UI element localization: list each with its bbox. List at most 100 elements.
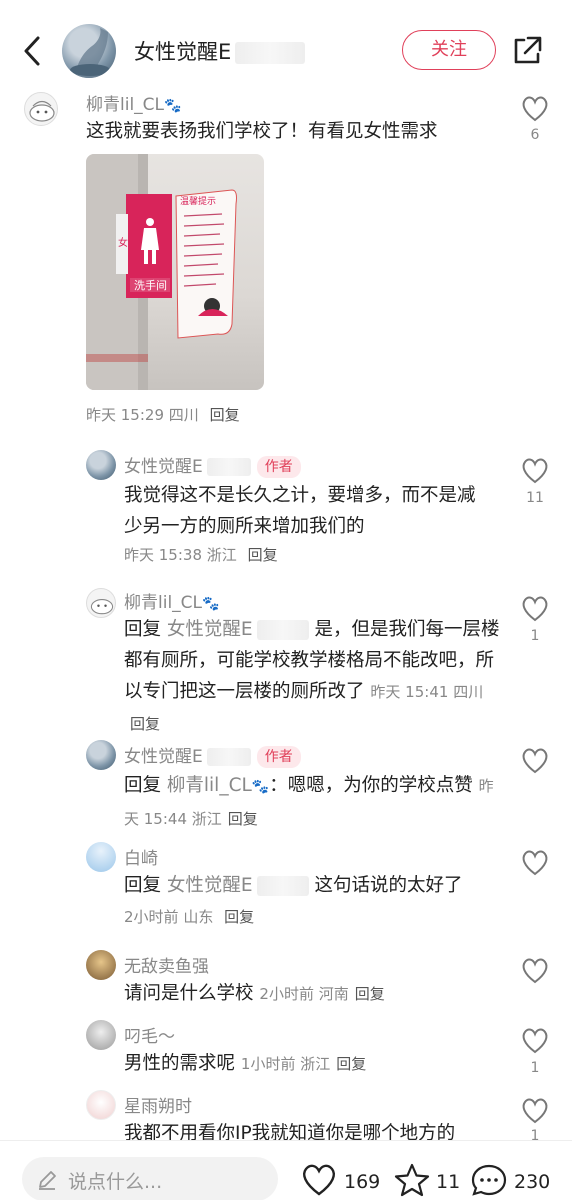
reply-username[interactable]: 叼毛～: [124, 1022, 175, 1047]
comment-input-placeholder[interactable]: 说点什么...: [68, 1167, 162, 1194]
reply-username[interactable]: 女性觉醒E 作者: [124, 742, 301, 768]
pencil-icon: [39, 1171, 56, 1190]
reply-body: 请问是什么学校: [124, 983, 254, 1004]
header-bar: 女性觉醒E 关注: [0, 0, 572, 92]
reply-prefix: 回复: [124, 775, 162, 796]
reply-text: 回复 女性觉醒E 这句话说的太好了: [124, 870, 504, 901]
reply-button[interactable]: 回复: [130, 715, 160, 733]
reply-body: 这句话说的太好了: [314, 875, 463, 896]
reply-username[interactable]: 白崎: [124, 844, 158, 869]
comment-photo[interactable]: 女 洗手间 温馨提示: [86, 154, 264, 390]
reply-meta: 1小时前 浙江 回复: [241, 1055, 366, 1073]
author-name: 女性觉醒E: [134, 36, 306, 66]
reply-location: 浙江: [191, 810, 222, 828]
user-avatar[interactable]: [86, 1090, 116, 1120]
blurred-name-mask: [206, 458, 251, 476]
username-text[interactable]: 柳青lil_CL: [86, 95, 164, 115]
star-icon[interactable]: [394, 1163, 430, 1197]
like-heart-icon[interactable]: [520, 848, 550, 876]
like-count: 11: [526, 490, 544, 506]
reply-username[interactable]: 柳青lil_CL🐾: [124, 588, 219, 613]
blurred-name-mask: [256, 876, 309, 896]
like-heart-icon[interactable]: [520, 1096, 550, 1124]
author-tag: 作者: [256, 456, 301, 478]
reply-button[interactable]: 回复: [248, 546, 278, 564]
reply-time: 昨天 15:38: [124, 546, 202, 564]
board-title-text: 温馨提示: [180, 195, 216, 207]
author-avatar[interactable]: [62, 24, 116, 78]
like-heart-icon[interactable]: [520, 1026, 550, 1054]
like-heart-icon[interactable]: [520, 94, 550, 122]
like-heart-icon[interactable]: [520, 456, 550, 484]
reply-location: 河南: [318, 985, 349, 1003]
reply-button[interactable]: 回复: [210, 406, 240, 424]
reply-target-user[interactable]: 女性觉醒E: [167, 619, 253, 640]
like-heart-icon[interactable]: [300, 1163, 338, 1197]
user-avatar[interactable]: [86, 950, 116, 980]
comment-bubble-icon[interactable]: [470, 1163, 508, 1197]
reply-text: 回复 柳青lil_CL🐾：嗯嗯，为你的学校点赞 昨天 15:44 浙江 回复: [124, 770, 504, 835]
back-arrow-icon[interactable]: [18, 34, 48, 68]
blurred-name-mask: [235, 42, 306, 64]
reply-text: 回复 女性觉醒E 是，但是我们每一层楼都有厕所，可能学校教学楼格局不能改吧，所以…: [124, 614, 504, 740]
reply-button[interactable]: 回复: [336, 1055, 366, 1073]
sign-label-text: 洗手间: [134, 278, 167, 292]
comment-total: 230: [514, 1171, 551, 1193]
avatar-cartoon-icon[interactable]: [86, 588, 116, 618]
reply-body: 男性的需求呢: [124, 1053, 236, 1074]
user-avatar[interactable]: [86, 842, 116, 872]
reply-button[interactable]: 回复: [228, 810, 258, 828]
blurred-name-mask: [206, 748, 251, 766]
reply-location: 山东: [183, 908, 214, 926]
star-total: 11: [436, 1171, 461, 1193]
reply-meta: 2小时前 山东 回复: [124, 906, 254, 927]
reply-time: 昨天 15:41: [370, 683, 449, 701]
reply-prefix: 回复: [124, 875, 162, 896]
reply-time: 2小时前: [124, 908, 179, 926]
comment-username[interactable]: 柳青lil_CL🐾: [86, 90, 181, 115]
reply-meta: 2小时前 河南 回复: [259, 985, 384, 1003]
comment-meta: 昨天 15:29 四川 回复: [86, 404, 240, 425]
reply-time: 2小时前: [259, 985, 314, 1003]
comment-location: 四川: [168, 406, 199, 424]
author-avatar-small[interactable]: [86, 450, 116, 480]
like-count: 1: [530, 1060, 540, 1076]
comment-text: 这我就要表扬我们学校了！有看见女性需求: [86, 121, 438, 142]
user-avatar[interactable]: [86, 1020, 116, 1050]
username-text[interactable]: 女性觉醒E: [124, 747, 203, 767]
paw-badge-icon: 🐾: [164, 98, 182, 114]
reply-username[interactable]: 星雨朔时: [124, 1092, 192, 1117]
like-heart-icon[interactable]: [520, 594, 550, 622]
sign-left-text: 女: [118, 236, 128, 249]
reply-location: 四川: [453, 683, 484, 701]
bottom-action-bar: 说点什么... 169 11 230: [0, 1140, 572, 1200]
share-icon[interactable]: [510, 34, 544, 68]
paw-badge-icon: 🐾: [202, 596, 220, 612]
paw-badge-icon: 🐾: [251, 779, 270, 795]
author-tag: 作者: [256, 746, 301, 768]
like-heart-icon[interactable]: [520, 956, 550, 984]
reply-body: ：嗯嗯，为你的学校点赞: [269, 775, 473, 796]
reply-button[interactable]: 回复: [355, 985, 385, 1003]
reply-text: 请问是什么学校 2小时前 河南 回复: [124, 978, 504, 1010]
reply-username[interactable]: 女性觉醒E 作者: [124, 452, 301, 478]
author-name-text: 女性觉醒E: [134, 40, 232, 64]
reply-target-user[interactable]: 柳青lil_CL: [167, 775, 252, 796]
username-text[interactable]: 女性觉醒E: [124, 457, 203, 477]
reply-text: 男性的需求呢 1小时前 浙江 回复: [124, 1048, 504, 1080]
reply-text: 我觉得这不是长久之计，要增多，而不是减少另一方的厕所来增加我们的: [124, 485, 476, 537]
username-text[interactable]: 柳青lil_CL: [124, 593, 202, 613]
reply-button[interactable]: 回复: [224, 908, 254, 926]
like-total: 169: [344, 1171, 381, 1193]
reply-location: 浙江: [206, 546, 237, 564]
reply-username[interactable]: 无敌卖鱼强: [124, 952, 209, 977]
like-count: 6: [530, 127, 540, 143]
avatar-cartoon-icon[interactable]: [24, 92, 58, 126]
like-heart-icon[interactable]: [520, 746, 550, 774]
author-avatar-small[interactable]: [86, 740, 116, 770]
follow-button[interactable]: 关注: [402, 30, 496, 70]
comment-input[interactable]: 说点什么...: [22, 1157, 278, 1200]
blurred-name-mask: [256, 620, 309, 640]
reply-meta: 昨天 15:38 浙江 回复: [124, 544, 278, 565]
reply-target-user[interactable]: 女性觉醒E: [167, 875, 253, 896]
